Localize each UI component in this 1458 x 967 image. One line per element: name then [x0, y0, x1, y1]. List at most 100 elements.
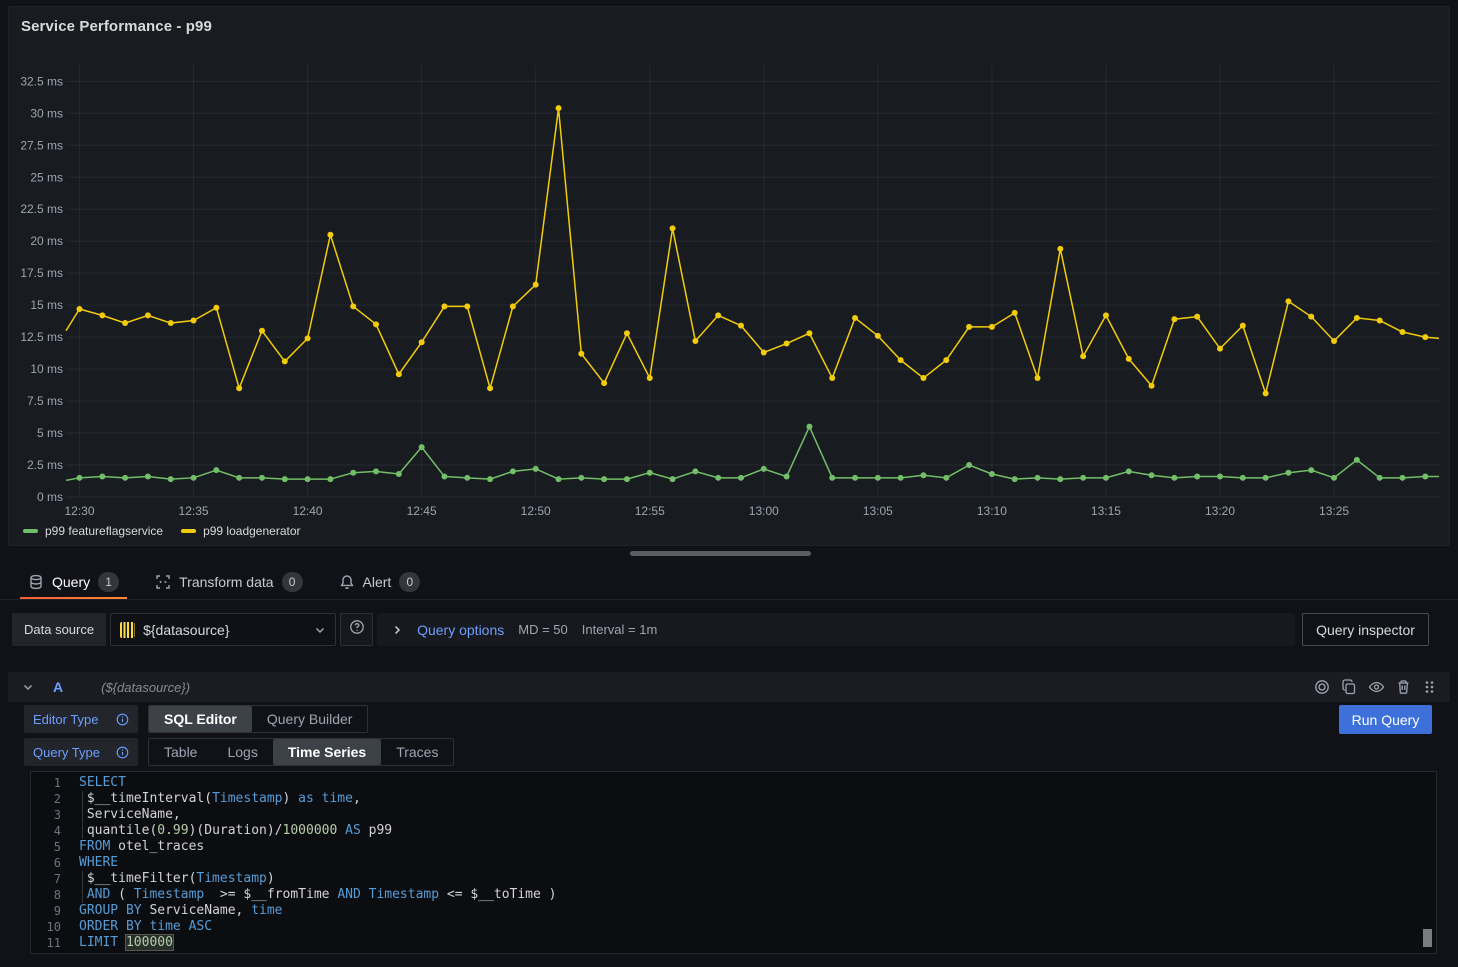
data-point [943, 475, 949, 481]
legend-item-loadgenerator[interactable]: p99 loadgenerator [181, 524, 300, 538]
tab-label: Transform data [179, 574, 273, 590]
duplicate-query-button[interactable] [1341, 679, 1357, 695]
code-text: SELECT [79, 775, 126, 791]
data-point [1308, 467, 1314, 473]
info-circle-icon[interactable] [116, 746, 129, 759]
data-point [1171, 316, 1177, 322]
line-number: 5 [31, 839, 61, 855]
max-data-points-value: MD = 50 [518, 622, 568, 637]
tab-label: Alert [363, 574, 392, 590]
y-tick-label: 7.5 ms [27, 394, 63, 408]
drag-handle-icon[interactable] [1422, 679, 1436, 695]
sql-code-editor[interactable]: 1SELECT2 $__timeInterval(Timestamp) as t… [30, 771, 1437, 954]
data-point [191, 475, 197, 481]
clickhouse-logo-icon [120, 622, 135, 638]
option-time-series[interactable]: Time Series [273, 739, 381, 765]
data-point [1377, 317, 1383, 323]
data-point [647, 375, 653, 381]
data-point [145, 474, 151, 480]
data-point [99, 474, 105, 480]
option-table[interactable]: Table [149, 739, 212, 765]
y-tick-label: 27.5 ms [20, 138, 63, 152]
data-point [989, 471, 995, 477]
data-point [1399, 475, 1405, 481]
datasource-help-button[interactable] [340, 613, 373, 646]
data-point [305, 335, 311, 341]
data-point [829, 375, 835, 381]
run-query-button[interactable]: Run Query [1339, 705, 1432, 734]
data-point [1354, 315, 1360, 321]
data-point [77, 306, 83, 312]
tab-label: Query [52, 574, 90, 590]
tab-transform-data[interactable]: Transform data 0 [155, 566, 302, 598]
code-text: $__timeFilter(Timestamp) [79, 871, 275, 887]
query-options-bar: Query options MD = 50 Interval = 1m [377, 613, 1295, 646]
bell-icon [339, 574, 355, 590]
data-point [464, 303, 470, 309]
data-point [898, 475, 904, 481]
option-traces[interactable]: Traces [381, 739, 453, 765]
datasource-picker[interactable]: ${datasource} [110, 613, 336, 646]
data-point [670, 476, 676, 482]
data-point [168, 320, 174, 326]
datasource-value: ${datasource} [143, 622, 229, 638]
chevron-right-icon[interactable] [391, 624, 403, 636]
data-point [464, 475, 470, 481]
data-point [441, 303, 447, 309]
timeseries-chart[interactable]: 0 ms2.5 ms5 ms7.5 ms10 ms12.5 ms15 ms17.… [19, 45, 1441, 519]
query-ref-id[interactable]: A [53, 679, 63, 695]
query-row-header[interactable]: A (${datasource}) [8, 672, 1450, 702]
x-tick-label: 13:15 [1091, 504, 1121, 518]
option-logs[interactable]: Logs [212, 739, 272, 765]
data-point [99, 312, 105, 318]
disable-query-button[interactable] [1314, 679, 1330, 695]
info-circle-icon[interactable] [116, 713, 129, 726]
data-point [578, 475, 584, 481]
tab-count-badge: 1 [98, 572, 119, 592]
timeseries-panel: Service Performance - p99 0 ms2.5 ms5 ms… [8, 6, 1450, 546]
data-point [761, 466, 767, 472]
data-point [1285, 470, 1291, 476]
code-line: 6WHERE [31, 855, 1436, 871]
code-line: 5FROM otel_traces [31, 839, 1436, 855]
data-point [624, 330, 630, 336]
x-tick-label: 12:45 [407, 504, 437, 518]
code-line: 11LIMIT 100000 [31, 935, 1436, 951]
data-point [920, 375, 926, 381]
data-point [396, 471, 402, 477]
collapse-query-icon[interactable] [22, 681, 34, 693]
horizontal-scrollbar[interactable] [0, 551, 1458, 557]
data-point [236, 385, 242, 391]
series-line-featureflagservice [66, 427, 1439, 481]
data-point [1240, 323, 1246, 329]
option-query-builder[interactable]: Query Builder [252, 706, 368, 732]
code-line: 4 quantile(0.99)(Duration)/1000000 AS p9… [31, 823, 1436, 839]
tab-alert[interactable]: Alert 0 [339, 566, 421, 598]
data-point [1035, 375, 1041, 381]
data-point [168, 476, 174, 482]
option-sql-editor[interactable]: SQL Editor [149, 706, 252, 732]
tab-count-badge: 0 [282, 572, 303, 592]
tab-query[interactable]: Query 1 [28, 566, 119, 598]
y-tick-label: 10 ms [30, 362, 63, 376]
legend-item-featureflagservice[interactable]: p99 featureflagservice [23, 524, 163, 538]
data-point [373, 468, 379, 474]
scrollbar-thumb[interactable] [630, 551, 811, 556]
data-point [943, 357, 949, 363]
data-point [259, 328, 265, 334]
data-point [122, 475, 128, 481]
hide-query-button[interactable] [1368, 679, 1385, 695]
data-point [259, 475, 265, 481]
data-point [236, 475, 242, 481]
data-point [213, 305, 219, 311]
line-number: 10 [31, 919, 61, 935]
query-options-toggle[interactable]: Query options [417, 622, 504, 638]
data-point [1217, 474, 1223, 480]
data-point [920, 472, 926, 478]
data-point [556, 105, 562, 111]
delete-query-button[interactable] [1396, 679, 1411, 695]
query-inspector-button[interactable]: Query inspector [1302, 613, 1429, 646]
line-number: 4 [31, 823, 61, 839]
indent-guide [82, 871, 83, 887]
data-point [1217, 346, 1223, 352]
